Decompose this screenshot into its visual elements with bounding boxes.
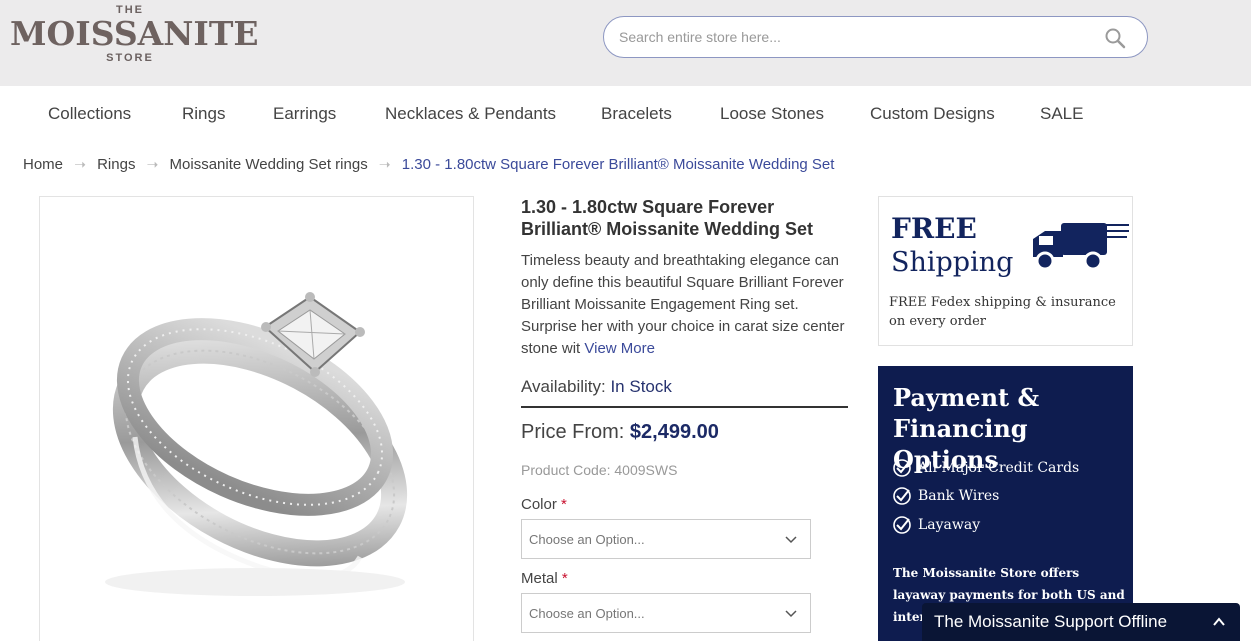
chevron-down-icon [785,610,797,618]
search-input[interactable] [619,26,1089,48]
header-bar: THE MOISSANITE STORE [0,0,1251,86]
payment-financing-panel[interactable]: Payment & Financing Options All Major Cr… [878,366,1133,641]
nav-necklaces-pendants[interactable]: Necklaces & Pendants [385,104,556,124]
nav-custom-designs[interactable]: Custom Designs [870,104,995,124]
product-code: Product Code: 4009SWS [521,462,678,478]
product-description-text: Timeless beauty and breathtaking eleganc… [521,252,845,357]
payment-option: Bank Wires [892,486,999,506]
breadcrumb-arrow-icon: ➝ [146,155,159,172]
chevron-down-icon [785,536,797,544]
nav-collections[interactable]: Collections [48,104,131,124]
check-circle-icon [893,459,911,477]
payment-option: Layaway [892,515,980,535]
product-info: 1.30 - 1.80ctw Square Forever Brilliant®… [521,196,851,360]
nav-loose-stones[interactable]: Loose Stones [720,104,824,124]
product-image[interactable] [39,196,474,641]
breadcrumb-arrow-icon: ➝ [378,155,391,172]
view-more-link[interactable]: View More [584,340,655,357]
search-icon[interactable] [1104,27,1126,49]
metal-label-text: Metal [521,570,558,587]
check-circle-icon [893,487,911,505]
main-nav: Collections Rings Earrings Necklaces & P… [0,86,1251,144]
price-label: Price From: [521,421,630,443]
required-mark: * [561,496,567,513]
nav-rings[interactable]: Rings [182,104,225,124]
truck-icon [1033,223,1129,271]
availability-label: Availability: [521,377,611,396]
ring-image [105,292,408,596]
store-logo[interactable]: THE MOISSANITE STORE [10,4,259,68]
search-box [603,16,1148,58]
breadcrumb-wedding-sets[interactable]: Moissanite Wedding Set rings [170,156,368,173]
product-title: 1.30 - 1.80ctw Square Forever Brilliant®… [521,197,813,239]
breadcrumb-home[interactable]: Home [23,156,63,173]
breadcrumb: Home ➝ Rings ➝ Moissanite Wedding Set ri… [23,155,834,175]
breadcrumb-current: 1.30 - 1.80ctw Square Forever Brilliant®… [401,155,835,173]
payment-option-label: Bank Wires [918,488,1000,504]
payment-option-label: Layaway [918,517,981,533]
color-select[interactable]: Choose an Option... [521,519,811,559]
color-select-value: Choose an Option... [529,532,645,547]
required-mark: * [561,570,568,587]
logo-main: MOISSANITE [10,14,259,53]
check-circle-icon [893,516,911,534]
breadcrumb-arrow-icon: ➝ [74,155,86,172]
payment-option-label: All Major Credit Cards [918,460,1080,476]
availability-status: In Stock [610,377,672,396]
price: Price From: $2,499.00 [521,421,719,444]
nav-sale[interactable]: SALE [1040,104,1083,124]
chat-status-label: The Moissanite Support Offline [934,612,1168,631]
chevron-up-icon[interactable] [1212,616,1226,628]
metal-select[interactable]: Choose an Option... [521,593,811,633]
payment-option: All Major Credit Cards [892,458,1079,478]
color-label-text: Color [521,496,557,513]
free-heading: FREE [891,212,977,245]
metal-label: Metal * [521,570,568,587]
shipping-subtext: FREE Fedex shipping & insurance on every… [889,295,1116,329]
logo-store: STORE [106,52,154,64]
nav-bracelets[interactable]: Bracelets [601,104,672,124]
color-label: Color * [521,496,567,513]
availability: Availability: In Stock [521,377,848,408]
payment-title-line1: Payment & [893,383,1040,412]
product-description: Timeless beauty and breathtaking eleganc… [521,250,851,360]
free-shipping-banner[interactable]: FREE Shipping FREE Fedex shipping & insu… [878,196,1133,346]
nav-earrings[interactable]: Earrings [273,104,336,124]
shipping-heading: Shipping [891,247,1014,278]
support-chat-widget[interactable]: The Moissanite Support Offline [922,603,1240,641]
breadcrumb-rings[interactable]: Rings [97,156,135,173]
price-value: $2,499.00 [629,421,719,443]
metal-select-value: Choose an Option... [529,606,645,621]
